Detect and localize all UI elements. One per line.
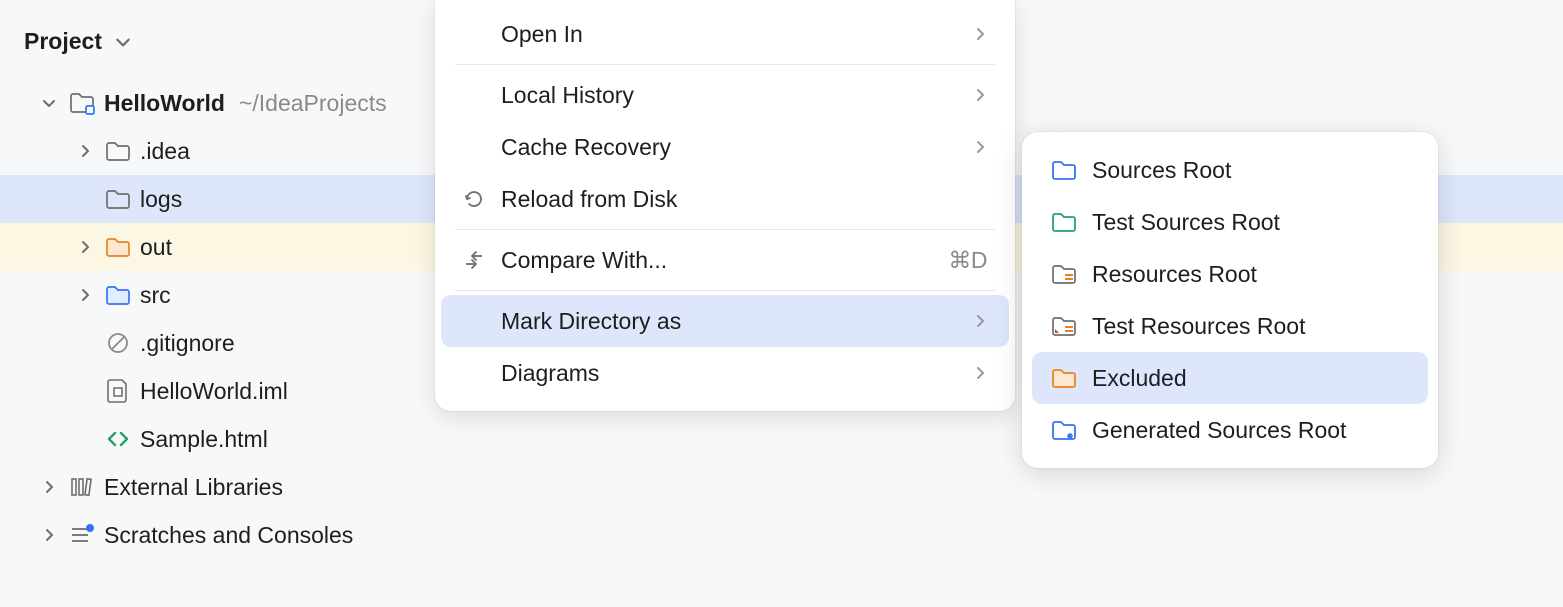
menu-item-diagrams[interactable]: Diagrams (441, 347, 1009, 399)
submenu-item-label: Generated Sources Root (1092, 417, 1346, 444)
tree-item-label: Scratches and Consoles (104, 522, 353, 549)
menu-item-open-in[interactable]: Open In (441, 8, 1009, 60)
caret-right-icon[interactable] (74, 239, 96, 255)
submenu-item-resources-root[interactable]: Resources Root (1032, 248, 1428, 300)
menu-item-label: Mark Directory as (501, 308, 959, 335)
menu-item-reload-from-disk[interactable]: Reload from Disk (441, 173, 1009, 225)
sources-root-icon (1050, 156, 1078, 184)
compare-icon (461, 247, 487, 273)
generated-sources-root-icon (1050, 416, 1078, 444)
folder-icon (104, 137, 132, 165)
tree-item-path: ~/IdeaProjects (239, 90, 387, 117)
menu-separator (455, 229, 995, 230)
menu-item-label: Open In (501, 21, 959, 48)
menu-item-label: Compare With... (501, 247, 934, 274)
module-folder-icon (68, 89, 96, 117)
tree-item-label: .gitignore (140, 330, 235, 357)
tree-row-scratches[interactable]: Scratches and Consoles (0, 511, 1563, 559)
submenu-item-excluded[interactable]: Excluded (1032, 352, 1428, 404)
source-folder-icon (104, 281, 132, 309)
tree-item-label: src (140, 282, 171, 309)
chevron-down-icon (114, 33, 132, 51)
excluded-root-icon (1050, 364, 1078, 392)
submenu-item-generated-sources-root[interactable]: Generated Sources Root (1032, 404, 1428, 456)
tree-row-external-libraries[interactable]: External Libraries (0, 463, 1563, 511)
caret-right-icon[interactable] (38, 479, 60, 495)
menu-separator (455, 64, 995, 65)
iml-file-icon (104, 377, 132, 405)
tree-item-label: logs (140, 186, 182, 213)
tree-item-label: .idea (140, 138, 190, 165)
menu-item-label: Diagrams (501, 360, 959, 387)
tree-item-label: HelloWorld.iml (140, 378, 288, 405)
scratches-icon (68, 521, 96, 549)
html-file-icon (104, 425, 132, 453)
menu-item-label: Local History (501, 82, 959, 109)
tree-item-label: External Libraries (104, 474, 283, 501)
test-sources-root-icon (1050, 208, 1078, 236)
submenu-item-label: Excluded (1092, 365, 1187, 392)
folder-icon (104, 185, 132, 213)
submenu-item-sources-root[interactable]: Sources Root (1032, 144, 1428, 196)
caret-right-icon[interactable] (74, 143, 96, 159)
submenu-item-test-sources-root[interactable]: Test Sources Root (1032, 196, 1428, 248)
library-icon (68, 473, 96, 501)
excluded-folder-icon (104, 233, 132, 261)
caret-right-icon[interactable] (38, 527, 60, 543)
ignored-file-icon (104, 329, 132, 357)
tree-item-label: HelloWorld (104, 90, 225, 117)
chevron-right-icon (973, 88, 987, 102)
chevron-right-icon (973, 140, 987, 154)
submenu-item-label: Sources Root (1092, 157, 1231, 184)
submenu-item-label: Test Sources Root (1092, 209, 1280, 236)
mark-directory-submenu: Sources Root Test Sources Root Resources… (1022, 132, 1438, 468)
reload-icon (461, 186, 487, 212)
resources-root-icon (1050, 260, 1078, 288)
caret-down-icon[interactable] (38, 95, 60, 111)
tree-item-label: Sample.html (140, 426, 268, 453)
tree-item-label: out (140, 234, 172, 261)
menu-item-label: Reload from Disk (501, 186, 987, 213)
menu-shortcut: ⌘D (948, 247, 987, 274)
menu-item-local-history[interactable]: Local History (441, 69, 1009, 121)
menu-item-compare-with[interactable]: Compare With... ⌘D (441, 234, 1009, 286)
panel-title: Project (24, 28, 102, 55)
submenu-item-label: Resources Root (1092, 261, 1257, 288)
context-menu: Open In Local History Cache Recovery Rel… (435, 0, 1015, 411)
menu-item-mark-directory-as[interactable]: Mark Directory as (441, 295, 1009, 347)
menu-item-cache-recovery[interactable]: Cache Recovery (441, 121, 1009, 173)
test-resources-root-icon (1050, 312, 1078, 340)
menu-separator (455, 290, 995, 291)
submenu-item-test-resources-root[interactable]: Test Resources Root (1032, 300, 1428, 352)
submenu-item-label: Test Resources Root (1092, 313, 1305, 340)
chevron-right-icon (973, 314, 987, 328)
chevron-right-icon (973, 27, 987, 41)
chevron-right-icon (973, 366, 987, 380)
menu-item-label: Cache Recovery (501, 134, 959, 161)
caret-right-icon[interactable] (74, 287, 96, 303)
